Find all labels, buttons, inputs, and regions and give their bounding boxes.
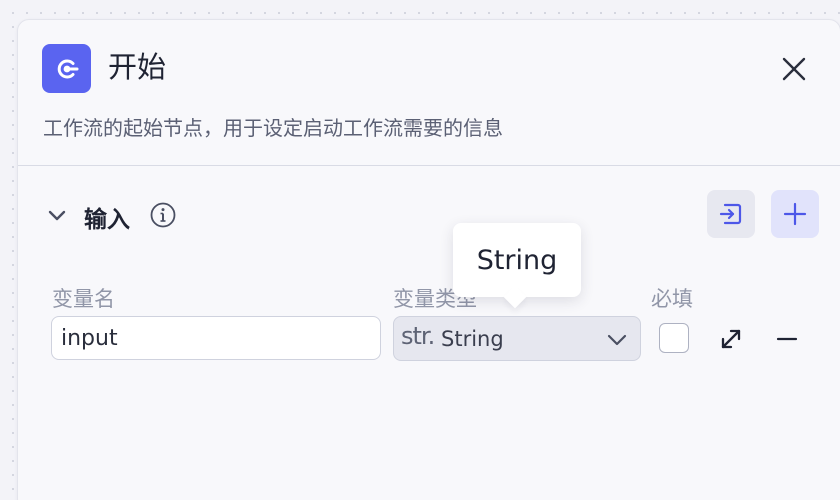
node-config-panel: 开始 工作流的起始节点，用于设定启动工作流需要的信息 输入 变量名 变量类型 必…	[17, 19, 840, 500]
import-icon	[719, 203, 742, 225]
plus-icon	[783, 202, 807, 226]
chevron-down-icon	[607, 334, 627, 346]
variable-name-input[interactable]	[51, 316, 381, 360]
variable-type-value: String	[441, 327, 504, 351]
start-node-icon	[42, 44, 91, 93]
type-tooltip: String	[453, 223, 581, 297]
panel-header: 开始 工作流的起始节点，用于设定启动工作流需要的信息	[18, 20, 840, 166]
info-icon[interactable]	[149, 201, 177, 229]
expand-icon[interactable]	[718, 326, 744, 352]
import-variables-button[interactable]	[707, 190, 755, 238]
variable-type-select[interactable]: str. String	[393, 316, 641, 361]
chevron-down-icon[interactable]	[46, 204, 68, 226]
column-header-name: 变量名	[52, 287, 115, 311]
required-checkbox[interactable]	[659, 323, 689, 353]
close-button[interactable]	[778, 53, 810, 85]
column-header-required: 必填	[651, 287, 693, 311]
section-title: 输入	[84, 207, 130, 233]
close-icon	[782, 57, 806, 81]
node-title: 开始	[108, 50, 167, 84]
node-description: 工作流的起始节点，用于设定启动工作流需要的信息	[43, 116, 503, 140]
input-section-header: 输入	[18, 190, 840, 242]
string-type-icon: str.	[401, 322, 435, 350]
add-variable-button[interactable]	[771, 190, 819, 238]
remove-variable-icon[interactable]	[774, 326, 800, 352]
